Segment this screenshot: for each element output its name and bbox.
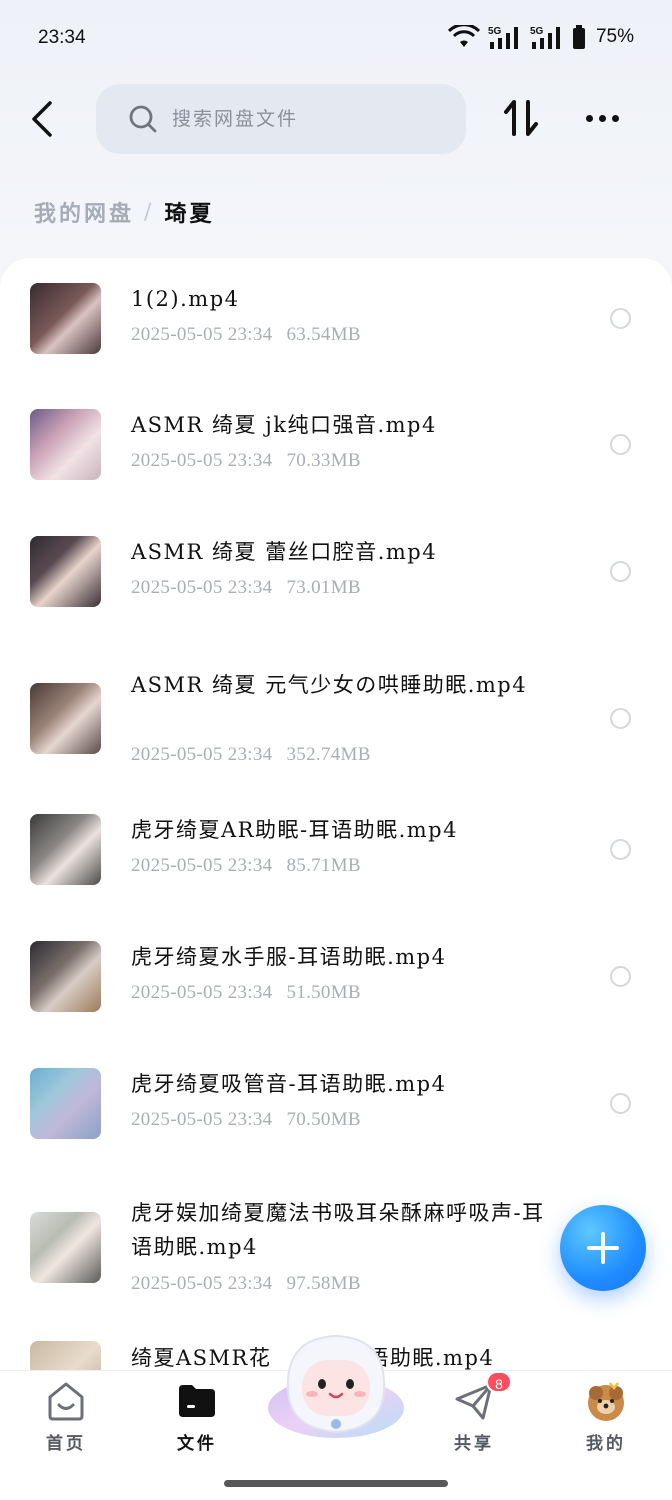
file-size: 85.71MB [286,855,361,876]
breadcrumb-separator: / [144,199,155,225]
file-date: 2025-05-05 23:34 [131,1109,273,1130]
file-name: ASMR 绮夏 jk纯口强音.mp4 [131,413,437,437]
video-thumbnail [30,683,101,754]
file-name-head: 绮夏ASMR花 [131,1346,272,1370]
file-row[interactable]: ASMR 绮夏 蕾丝口腔音.mp4 2025-05-05 23:34 73.01M… [0,511,672,638]
battery-text: 75% [595,26,634,47]
more-icon [585,114,593,122]
home-icon [48,1382,84,1421]
mascot-icon [268,1334,404,1438]
video-thumbnail [30,1212,101,1283]
file-name: ASMR 绮夏 元气少女の哄睡助眠.mp4 [131,673,528,697]
file-meta: 2025-05-05 23:34 51.50MB [131,982,361,1004]
nav-files[interactable]: 文件 [147,1371,247,1471]
file-row[interactable]: 1(2).mp4 2025-05-05 23:34 63.54MB [0,258,672,384]
file-meta: 2025-05-05 23:34 63.54MB [131,324,361,346]
status-bar: 23:34 5G 5G 75% [0,0,672,78]
video-thumbnail [30,1068,101,1139]
status-icons: 5G 5G 75% [447,24,634,50]
file-size: 63.54MB [286,324,361,345]
file-name: 1(2).mp4 [131,287,240,311]
file-row[interactable]: 虎牙绮夏吸管音-耳语助眠.mp4 2025-05-05 23:34 70.50MB [0,1044,672,1171]
assistant-mascot-button[interactable] [266,1328,406,1440]
file-row[interactable]: 虎牙绮夏水手服-耳语助眠.mp4 2025-05-05 23:34 51.50MB [0,917,672,1044]
sort-button[interactable] [500,96,544,140]
file-size: 70.33MB [286,450,361,471]
file-date: 2025-05-05 23:34 [131,577,273,598]
file-date: 2025-05-05 23:34 [131,855,273,876]
more-icon [598,114,606,122]
status-time: 23:34 [38,27,86,48]
select-radio[interactable] [610,308,631,329]
nav-home[interactable]: 首页 [16,1371,116,1471]
breadcrumb-current: 琦夏 [164,201,215,227]
file-size: 352.74MB [286,744,371,765]
file-date: 2025-05-05 23:34 [131,744,273,765]
select-radio[interactable] [610,839,631,860]
home-indicator [224,1480,448,1487]
breadcrumb-root[interactable]: 我的网盘 [34,196,134,228]
more-button[interactable] [580,100,624,136]
video-thumbnail [30,1341,101,1370]
nav-share-label: 共享 [454,1434,494,1454]
search-input[interactable] [172,108,432,130]
file-date: 2025-05-05 23:34 [131,450,273,471]
back-button[interactable] [22,96,62,142]
video-thumbnail [30,409,101,480]
select-radio[interactable] [610,561,631,582]
nav-home-label: 首页 [46,1434,86,1454]
file-meta: 2025-05-05 23:34 352.74MB [131,744,371,766]
signal-5g-icon: 5G [488,26,518,49]
file-meta: 2025-05-05 23:34 70.50MB [131,1109,361,1131]
plus-icon [587,1232,619,1264]
select-radio[interactable] [610,1093,631,1114]
file-name: 虎牙绮夏AR助眠-耳语助眠.mp4 [131,818,458,842]
file-date: 2025-05-05 23:34 [131,1273,273,1294]
nav-share[interactable]: 8 共享 [424,1371,524,1471]
signal-5g-icon: 5G [530,26,560,49]
wifi-icon [447,25,480,47]
file-meta: 2025-05-05 23:34 73.01MB [131,577,361,599]
file-row[interactable]: ASMR 绮夏 jk纯口强音.mp4 2025-05-05 23:34 70.33… [0,384,672,511]
back-icon [32,101,52,137]
svg-text:5G: 5G [488,26,502,37]
file-date: 2025-05-05 23:34 [131,982,273,1003]
file-name: 虎牙绮夏吸管音-耳语助眠.mp4 [131,1072,447,1096]
video-thumbnail [30,283,101,354]
share-badge: 8 [486,1371,512,1393]
video-thumbnail [30,814,101,885]
file-list: 1(2).mp4 2025-05-05 23:34 63.54MB ASMR 绮夏… [0,258,672,1370]
file-size: 97.58MB [286,1273,361,1294]
search-icon [129,105,157,133]
file-meta: 2025-05-05 23:34 97.58MB [131,1273,361,1295]
file-row[interactable]: ASMR 绮夏 元气少女の哄睡助眠.mp4 2025-05-05 23:34 35… [0,638,672,790]
search-bar[interactable] [96,84,466,154]
breadcrumb: 我的网盘 / 琦夏 [34,196,214,228]
file-size: 70.50MB [286,1109,361,1130]
nav-me[interactable]: 我的 [556,1371,656,1471]
more-icon [611,114,619,122]
file-size: 73.01MB [286,577,361,598]
select-radio[interactable] [610,708,631,729]
file-size: 51.50MB [286,982,361,1003]
video-thumbnail [30,536,101,607]
add-button[interactable] [560,1205,646,1291]
file-meta: 2025-05-05 23:34 85.71MB [131,855,361,877]
file-name: 虎牙娱加绮夏魔法书吸耳朵酥麻呼吸声-耳语助眠.mp4 [131,1201,545,1259]
folder-icon [179,1385,215,1417]
sort-icon [504,100,538,136]
nav-files-label: 文件 [177,1434,217,1454]
video-thumbnail [30,941,101,1012]
file-date: 2025-05-05 23:34 [131,324,273,345]
select-radio[interactable] [610,966,631,987]
file-name: ASMR 绮夏 蕾丝口腔音.mp4 [131,540,438,564]
battery-icon [572,25,585,49]
file-row[interactable]: 虎牙绮夏AR助眠-耳语助眠.mp4 2025-05-05 23:34 85.71M… [0,790,672,917]
file-meta: 2025-05-05 23:34 70.33MB [131,450,361,472]
svg-text:5G: 5G [530,26,544,37]
file-name: 虎牙绮夏水手服-耳语助眠.mp4 [131,945,447,969]
nav-me-label: 我的 [586,1434,626,1454]
select-radio[interactable] [610,434,631,455]
avatar [588,1382,624,1421]
